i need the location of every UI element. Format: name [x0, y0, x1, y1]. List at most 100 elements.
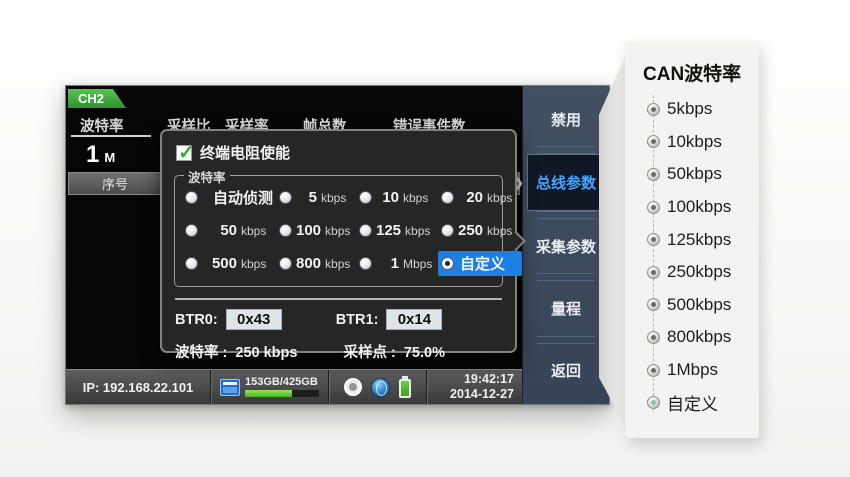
record-icon — [344, 378, 362, 396]
softkey-button[interactable]: 禁用 — [527, 92, 605, 146]
option-unit: kbps — [403, 191, 435, 205]
softkey-menu: 禁用 总线参数 采集参数 量程 返回 — [522, 86, 609, 404]
disk-status: 153GB/425GB — [211, 370, 329, 404]
card-spine — [599, 50, 628, 431]
baudrate-radio-option[interactable]: 500 kbps — [182, 251, 276, 276]
radio-icon — [441, 224, 454, 237]
date-text: 2014-12-27 — [450, 387, 514, 402]
baudrate-radio-option[interactable]: 125 kbps — [356, 220, 438, 241]
baudrate-list-item[interactable]: 100kbps — [647, 191, 759, 224]
disk-icon — [220, 379, 240, 396]
baudrate-radio-option[interactable]: 20 kbps — [438, 185, 522, 210]
baudrate-unit: M — [104, 150, 115, 165]
baudrate-list-item[interactable]: 10kbps — [647, 126, 759, 159]
status-icons — [329, 370, 427, 404]
status-bar: IP: 192.168.22.101 153GB/425GB — [66, 369, 522, 404]
terminal-resistor-label: 终端电阻使能 — [200, 142, 290, 163]
table-column-header: 波特率 — [80, 115, 124, 136]
option-unit: kbps — [321, 191, 353, 205]
time-text: 19:42:17 — [464, 372, 514, 387]
card-title: CAN波特率 — [643, 59, 759, 86]
baudrate-list-label: 125kbps — [667, 230, 731, 250]
disk-usage-text: 153GB/425GB — [245, 377, 319, 388]
baudrate-radio-option[interactable]: 1 Mbps — [356, 251, 438, 276]
page: CH2 波特率 采样比 采样率 帧总数 错误事件数 1M 序号 — [0, 0, 850, 477]
device-screen: CH2 波特率 采样比 采样率 帧总数 错误事件数 1M 序号 — [65, 85, 610, 405]
baudrate-radio-option[interactable]: 自定义 — [438, 251, 522, 276]
radio-bullet-icon — [647, 201, 660, 214]
softkey-button[interactable]: 返回 — [527, 344, 605, 398]
radio-icon — [441, 191, 454, 204]
disk-progress-fill — [245, 390, 292, 397]
option-unit: kbps — [487, 224, 519, 238]
baudrate-value: 1M — [86, 141, 115, 169]
baudrate-list-item[interactable]: 5kbps — [647, 93, 759, 126]
result-samplepoint-label: 采样点 : — [343, 345, 395, 361]
radio-icon — [185, 191, 198, 204]
baudrate-list-label: 5kbps — [667, 99, 712, 119]
radio-bullet-icon — [647, 364, 660, 377]
btr1-label: BTR1: — [336, 312, 379, 328]
radio-icon — [279, 224, 292, 237]
baudrate-radio-option[interactable]: 5 kbps — [276, 185, 356, 210]
baudrate-list-item[interactable]: 1Mbps — [647, 354, 759, 387]
baudrate-groupbox: 波特率 自动侦测 5 kbps — [174, 175, 503, 287]
btr1-input[interactable]: 0x14 — [386, 309, 442, 330]
baudrate-number: 1 — [86, 141, 99, 168]
baudrate-list-item[interactable]: 250kbps — [647, 256, 759, 289]
channel-tab[interactable]: CH2 — [68, 89, 126, 108]
baudrate-radio-option[interactable]: 250 kbps — [438, 220, 522, 241]
baudrate-radio-option[interactable]: 50 kbps — [182, 220, 276, 241]
baudrate-option-list: 5kbps 10kbps 50kbps 100kbps — [647, 93, 759, 419]
menu-separator — [537, 336, 595, 344]
terminal-resistor-checkbox[interactable] — [176, 145, 192, 161]
radio-icon — [359, 257, 372, 270]
baudrate-group-label: 波特率 — [184, 167, 230, 186]
baudrate-radio-option[interactable]: 800 kbps — [276, 251, 356, 276]
radio-bullet-icon — [647, 233, 660, 246]
baudrate-radio-option[interactable]: 自动侦测 — [182, 185, 276, 210]
dialog-result-row: 波特率 : 250 kbps 采样点 : 75.0% — [175, 341, 502, 362]
dialog-separator — [175, 298, 502, 300]
active-column-underline — [71, 135, 151, 137]
btr0-label: BTR0: — [175, 312, 218, 328]
clock: 19:42:17 2014-12-27 — [427, 370, 522, 404]
option-label: 125 — [376, 222, 401, 239]
menu-separator — [537, 211, 595, 219]
result-baudrate-label: 波特率 : — [175, 345, 227, 361]
baudrate-radio-option[interactable]: 100 kbps — [276, 220, 356, 241]
option-label: 1 — [376, 255, 399, 272]
menu-separator — [537, 273, 595, 281]
baudrate-list-item[interactable]: 125kbps — [647, 223, 759, 256]
btr0-input[interactable]: 0x43 — [226, 309, 282, 330]
sequence-column-header: 序号 — [69, 174, 161, 193]
option-unit: kbps — [487, 191, 519, 205]
option-label: 100 — [296, 222, 321, 239]
option-label: 50 — [202, 222, 237, 239]
option-unit: kbps — [325, 224, 353, 238]
softkey-button[interactable]: 采集参数 — [527, 219, 605, 273]
terminal-resistor-row: 终端电阻使能 — [176, 142, 501, 163]
option-label: 500 — [202, 255, 237, 272]
option-label: 5 — [296, 189, 317, 206]
baudrate-list-label: 500kbps — [667, 295, 731, 315]
btr-row: BTR0: 0x43 BTR1: 0x14 — [175, 309, 502, 330]
baudrate-list-item[interactable]: 800kbps — [647, 321, 759, 354]
baudrate-list-item[interactable]: 自定义 — [647, 386, 759, 419]
baudrate-list-label: 50kbps — [667, 164, 722, 184]
baudrate-radio-option[interactable]: 10 kbps — [356, 185, 438, 210]
radio-bullet-icon — [647, 266, 660, 279]
result-samplepoint-value: 75.0% — [404, 345, 445, 361]
option-unit: Mbps — [403, 257, 435, 271]
baudrate-list-item[interactable]: 500kbps — [647, 289, 759, 322]
option-label: 自定义 — [460, 253, 519, 274]
baudrate-list-label: 100kbps — [667, 197, 731, 217]
radio-icon — [185, 257, 198, 270]
radio-icon — [185, 224, 198, 237]
softkey-button[interactable]: 量程 — [527, 281, 605, 335]
radio-icon — [441, 257, 454, 270]
radio-bullet-icon — [647, 168, 660, 181]
softkey-button[interactable]: 总线参数 — [527, 154, 605, 210]
baudrate-list-item[interactable]: 50kbps — [647, 158, 759, 191]
radio-bullet-icon — [647, 135, 660, 148]
